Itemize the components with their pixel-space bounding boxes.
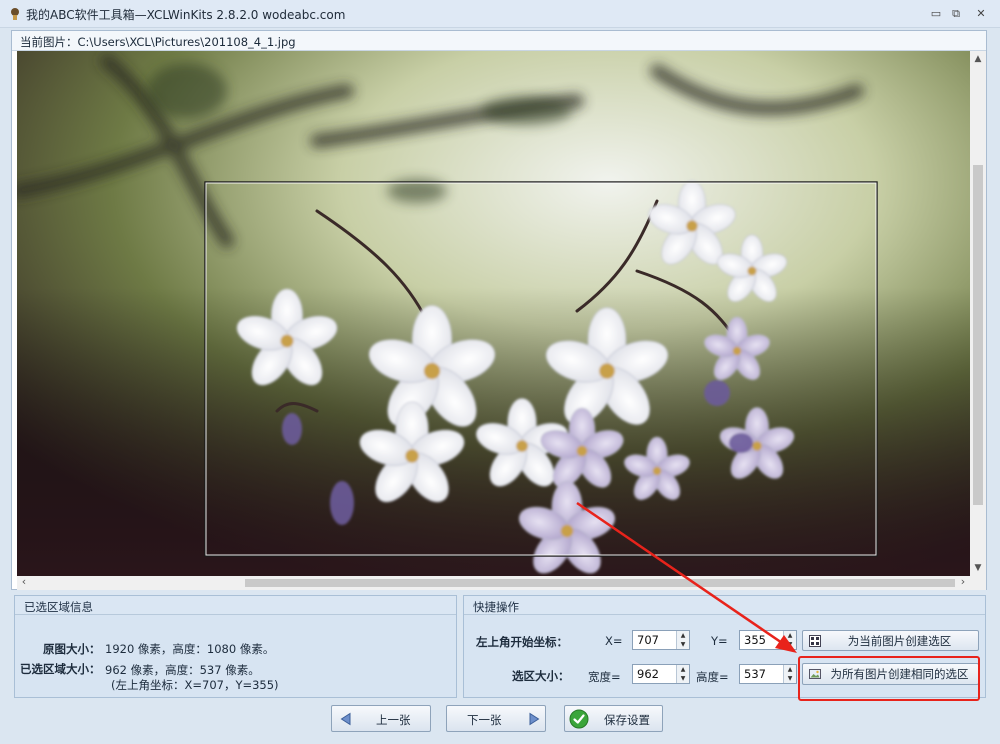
flower-bud <box>282 413 302 445</box>
checkmark-icon <box>569 709 589 729</box>
create-selection-current-label: 为当前图片创建选区 <box>847 633 952 648</box>
horizontal-scrollbar[interactable]: ‹ › <box>17 575 970 590</box>
height-input[interactable] <box>740 665 782 683</box>
vertical-scroll-thumb[interactable] <box>973 165 983 505</box>
y-stepper[interactable]: ▲▼ <box>739 630 797 650</box>
save-settings-button[interactable]: 保存设置 <box>564 705 663 732</box>
height-label: 高度= <box>696 670 729 684</box>
selection-info-title: 已选区域信息 <box>15 596 456 615</box>
y-input[interactable] <box>740 631 782 649</box>
scroll-right-icon[interactable]: › <box>956 575 970 589</box>
width-up-icon[interactable]: ▲ <box>677 665 689 674</box>
horizontal-scroll-thumb[interactable] <box>245 579 955 587</box>
y-down-icon[interactable]: ▼ <box>784 640 796 649</box>
selection-size-label: 选区大小： <box>512 669 570 683</box>
selection-info-group: 已选区域信息 原图大小： 1920 像素，高度：1080 像素。 已选区域大小：… <box>14 595 457 698</box>
selection-grid-icon <box>809 634 821 647</box>
restore-button[interactable]: ⧉ <box>945 5 967 23</box>
flower-bud <box>704 380 730 406</box>
y-label: Y= <box>711 634 728 648</box>
app-icon <box>11 8 19 20</box>
vertical-scrollbar[interactable]: ▲ ▼ <box>970 51 986 576</box>
x-input[interactable] <box>633 631 675 649</box>
scroll-up-icon[interactable]: ▲ <box>970 51 986 67</box>
highlight-box <box>798 656 980 701</box>
height-stepper[interactable]: ▲▼ <box>739 664 797 684</box>
x-up-icon[interactable]: ▲ <box>677 631 689 640</box>
prev-button[interactable]: 上一张 <box>331 705 431 732</box>
y-up-icon[interactable]: ▲ <box>784 631 796 640</box>
image-viewport[interactable] <box>17 51 970 576</box>
height-up-icon[interactable]: ▲ <box>784 665 796 674</box>
x-stepper[interactable]: ▲▼ <box>632 630 690 650</box>
minimize-button[interactable]: ▭ <box>925 5 947 23</box>
next-button[interactable]: 下一张 <box>446 705 546 732</box>
image-panel: 当前图片：C:\Users\XCL\Pictures\201108_4_1.jp… <box>11 30 987 590</box>
save-settings-label: 保存设置 <box>604 713 650 727</box>
left-arrow-icon <box>340 712 351 726</box>
width-label: 宽度= <box>588 670 621 684</box>
photo-canvas[interactable] <box>17 51 970 576</box>
selected-coords-value: (左上角坐标：X=707，Y=355) <box>111 678 279 692</box>
scroll-left-icon[interactable]: ‹ <box>17 575 31 589</box>
width-input[interactable] <box>633 665 675 683</box>
window-title: 我的ABC软件工具箱—XCLWinKits 2.8.2.0 wodeabc.co… <box>26 8 346 22</box>
path-bar: 当前图片：C:\Users\XCL\Pictures\201108_4_1.jp… <box>12 31 986 51</box>
prev-label: 上一张 <box>376 713 411 727</box>
scroll-corner <box>970 576 986 590</box>
create-selection-current-button[interactable]: 为当前图片创建选区 <box>802 630 979 651</box>
close-button[interactable]: ✕ <box>970 5 992 23</box>
quick-ops-title: 快捷操作 <box>464 596 985 615</box>
current-image-path: 当前图片：C:\Users\XCL\Pictures\201108_4_1.jp… <box>20 35 296 49</box>
original-size-label: 原图大小： <box>43 642 101 656</box>
height-down-icon[interactable]: ▼ <box>784 674 796 683</box>
flower-bud <box>729 433 753 453</box>
original-size-value: 1920 像素，高度：1080 像素。 <box>105 642 275 656</box>
title-bar: 我的ABC软件工具箱—XCLWinKits 2.8.2.0 wodeabc.co… <box>0 0 1000 28</box>
x-down-icon[interactable]: ▼ <box>677 640 689 649</box>
width-down-icon[interactable]: ▼ <box>677 674 689 683</box>
scroll-down-icon[interactable]: ▼ <box>970 560 986 576</box>
selected-size-label: 已选区域大小： <box>20 662 101 676</box>
flower-bud <box>330 481 354 525</box>
x-label: X= <box>605 634 623 648</box>
selected-size-value: 962 像素，高度：537 像素。 <box>105 663 260 677</box>
next-label: 下一张 <box>467 713 502 727</box>
right-arrow-icon <box>529 712 540 726</box>
width-stepper[interactable]: ▲▼ <box>632 664 690 684</box>
start-coords-label: 左上角开始坐标： <box>476 635 568 649</box>
